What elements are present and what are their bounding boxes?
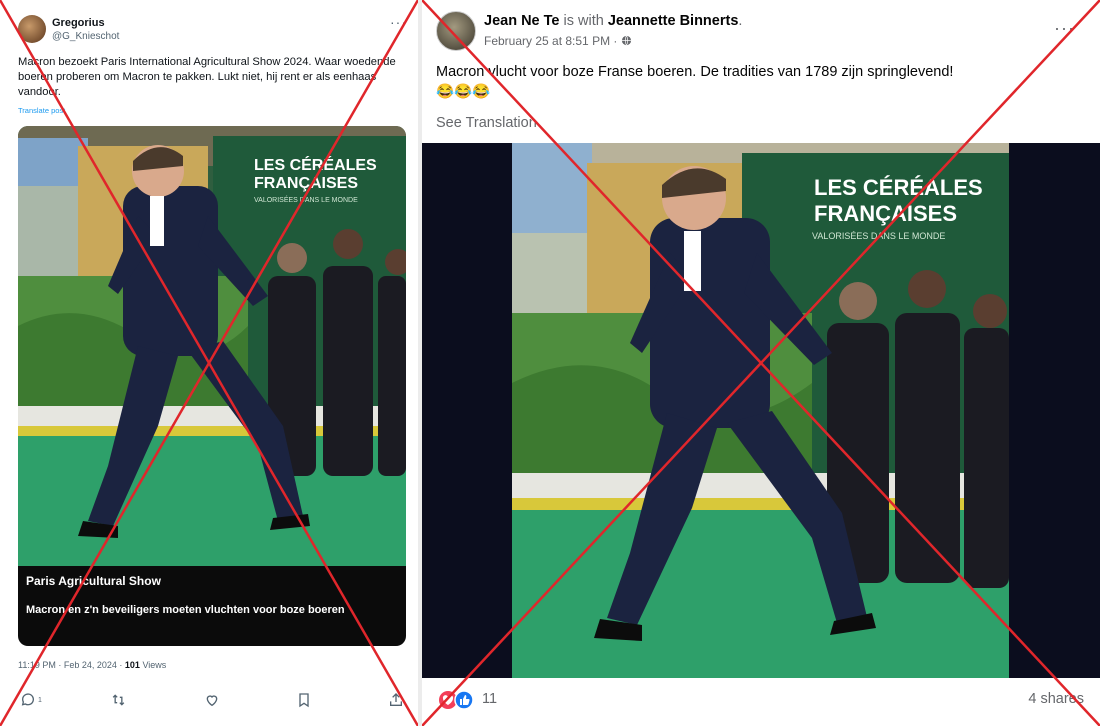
sign-text-2: FRANÇAISES xyxy=(254,175,358,192)
post-image[interactable]: LES CÉRÉALES FRANÇAISES VALORISÉES DANS … xyxy=(422,143,1100,678)
avatar[interactable] xyxy=(436,11,476,51)
repost-button[interactable] xyxy=(110,690,127,710)
bookmark-button[interactable] xyxy=(296,690,312,710)
translate-post-link[interactable]: Translate post xyxy=(18,106,65,115)
repost-icon xyxy=(112,694,125,706)
facebook-post: Jean Ne Te is with Jeannette Binnerts. F… xyxy=(422,0,1100,726)
post-image[interactable]: LES CÉRÉALES FRANÇAISES VALORISÉES DANS … xyxy=(18,126,406,646)
like-button[interactable] xyxy=(204,690,220,710)
like-reaction-icon xyxy=(454,690,474,710)
post-actions-bar: 1 xyxy=(18,690,408,712)
post-time[interactable]: 11:19 PM · Feb 24, 2024 · xyxy=(18,660,125,670)
post-date-text[interactable]: February 25 at 8:51 PM · xyxy=(484,34,621,48)
post-emoji: 😂😂😂 xyxy=(436,84,491,100)
reactions-count[interactable]: 11 xyxy=(482,691,497,707)
author-name[interactable]: Gregorius xyxy=(52,17,105,29)
twitter-post: Gregorius @G_Knieschot ··· Macron bezoek… xyxy=(0,0,418,726)
tagged-suffix: . xyxy=(738,13,743,29)
views-count: 101 xyxy=(124,660,140,670)
share-icon xyxy=(390,693,402,706)
caption-title: Paris Agricultural Show xyxy=(26,574,161,588)
sign-text-3: VALORISÉES DANS LE MONDE xyxy=(812,231,945,241)
post-metadata: 11:19 PM · Feb 24, 2024 · 101 Views xyxy=(18,660,166,670)
author-handle[interactable]: @G_Knieschot xyxy=(52,31,119,42)
see-translation-link[interactable]: See Translation xyxy=(436,115,537,131)
image-caption-banner: Paris Agricultural Show Macron en z'n be… xyxy=(18,566,406,646)
reply-count: 1 xyxy=(38,696,42,704)
photo-macron-running: LES CÉRÉALES FRANÇAISES VALORISÉES DANS … xyxy=(512,143,1009,678)
share-button[interactable] xyxy=(388,690,404,710)
photo-macron-running: LES CÉRÉALES FRANÇAISES VALORISÉES DANS … xyxy=(18,126,406,566)
reactions[interactable] xyxy=(438,690,474,710)
post-text: Macron vlucht voor boze Franse boeren. D… xyxy=(436,62,1086,102)
sign-text-3: VALORISÉES DANS LE MONDE xyxy=(254,195,358,204)
reply-button[interactable]: 1 xyxy=(20,690,42,710)
photo-frame: LES CÉRÉALES FRANÇAISES VALORISÉES DANS … xyxy=(512,143,1009,678)
post-date: February 25 at 8:51 PM · xyxy=(484,34,632,48)
post-header: Jean Ne Te is with Jeannette Binnerts. xyxy=(484,13,742,29)
reply-icon xyxy=(21,693,34,706)
more-options-icon[interactable]: ··· xyxy=(390,14,407,30)
globe-icon xyxy=(621,35,631,46)
post-text-line: Macron vlucht voor boze Franse boeren. D… xyxy=(436,64,954,80)
post-text: Macron bezoekt Paris International Agric… xyxy=(18,56,396,98)
avatar[interactable] xyxy=(18,15,46,43)
sign-text-1: LES CÉRÉALES xyxy=(814,175,983,200)
views-label: Views xyxy=(139,660,167,670)
sign-text-2: FRANÇAISES xyxy=(814,201,957,226)
sign-text-1: LES CÉRÉALES xyxy=(254,155,377,174)
like-icon xyxy=(206,695,218,707)
caption-subtitle: Macron en z'n beveiligers moeten vluchte… xyxy=(26,604,345,616)
tagged-person[interactable]: Jeannette Binnerts xyxy=(608,13,739,29)
with-text: is with xyxy=(559,13,608,29)
more-options-icon[interactable]: ··· xyxy=(1054,18,1075,39)
bookmark-icon xyxy=(299,693,309,708)
shares-count[interactable]: 4 shares xyxy=(1028,691,1084,707)
author-name[interactable]: Jean Ne Te xyxy=(484,13,560,29)
